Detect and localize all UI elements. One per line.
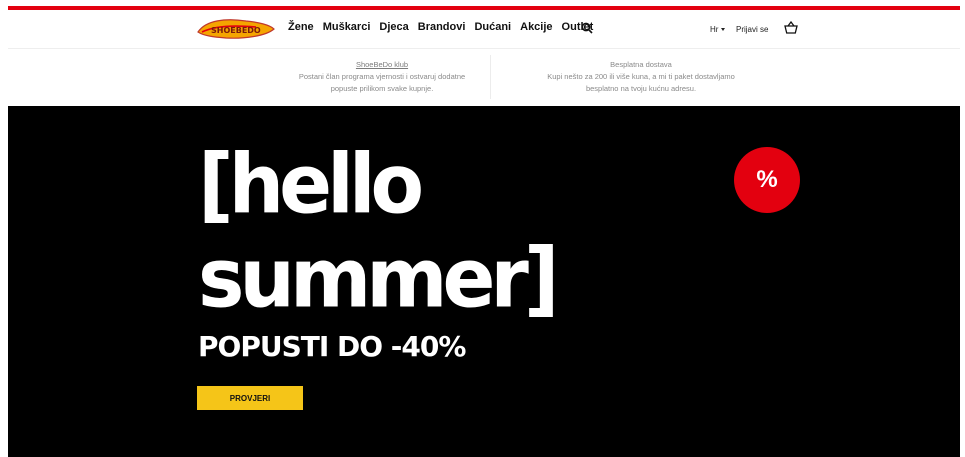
club-title-link[interactable]: ShoeBeDo klub bbox=[252, 59, 512, 71]
delivery-text-line1: Kupi nešto za 200 ili više kuna, a mi ti… bbox=[547, 72, 735, 81]
club-text-line2: popuste prilikom svake kupnje. bbox=[330, 84, 434, 93]
nav-item-brandovi[interactable]: Brandovi bbox=[418, 21, 466, 33]
chevron-down-icon bbox=[721, 28, 726, 31]
nav-item-djeca[interactable]: Djeca bbox=[379, 21, 408, 33]
basket-icon[interactable] bbox=[784, 21, 798, 34]
shoebedo-logo[interactable]: SHOEBEDO bbox=[196, 17, 276, 41]
nav-item-muskarci[interactable]: Muškarci bbox=[323, 21, 371, 33]
delivery-info: Besplatna dostava Kupi nešto za 200 ili … bbox=[511, 59, 771, 95]
info-divider bbox=[490, 55, 491, 99]
language-selector[interactable]: Hr bbox=[710, 25, 726, 34]
hero-headline-line1: [hello bbox=[198, 137, 424, 233]
club-text-line1: Postani član programa vjernosti i ostvar… bbox=[298, 72, 466, 81]
svg-text:SHOEBEDO: SHOEBEDO bbox=[211, 26, 261, 35]
nav-item-ducani[interactable]: Dućani bbox=[474, 21, 511, 33]
hero-headline-line2: summer] bbox=[198, 231, 560, 327]
provjeri-button[interactable]: PROVJERI bbox=[197, 386, 303, 410]
main-nav: Žene Muškarci Djeca Brandovi Dućani Akci… bbox=[288, 21, 593, 33]
info-bar: ShoeBeDo klub Postani član programa vjer… bbox=[8, 48, 960, 107]
percent-badge-icon: % bbox=[734, 147, 800, 213]
nav-item-akcije[interactable]: Akcije bbox=[520, 21, 552, 33]
nav-item-zene[interactable]: Žene bbox=[288, 21, 314, 33]
club-info: ShoeBeDo klub Postani član programa vjer… bbox=[252, 59, 512, 95]
hero-subtitle: POPUSTI DO -40% bbox=[198, 330, 466, 363]
search-icon[interactable] bbox=[581, 22, 593, 34]
language-label: Hr bbox=[710, 25, 719, 34]
delivery-text-line2: besplatno na tvoju kućnu adresu. bbox=[585, 84, 697, 93]
login-link[interactable]: Prijavi se bbox=[736, 25, 768, 34]
site-header: SHOEBEDO Žene Muškarci Djeca Brandovi Du… bbox=[8, 10, 960, 48]
delivery-title: Besplatna dostava bbox=[610, 60, 672, 69]
hero-banner[interactable]: [hello summer] POPUSTI DO -40% PROVJERI … bbox=[8, 106, 960, 457]
